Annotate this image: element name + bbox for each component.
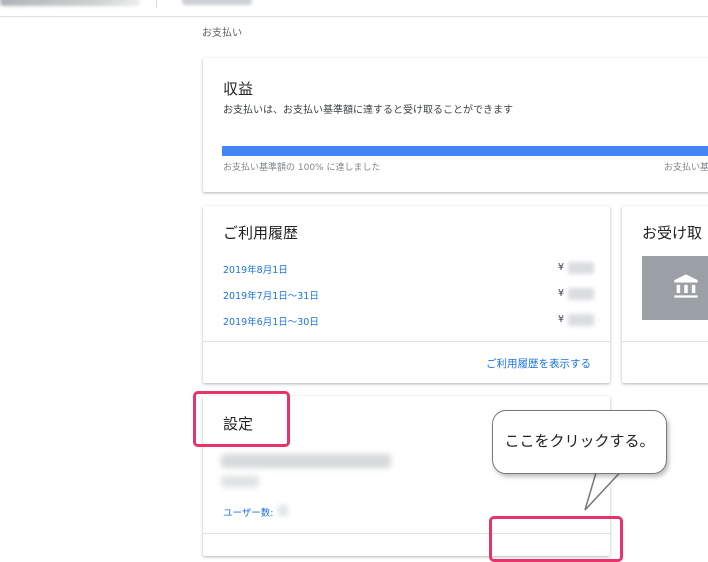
callout-text: ここをクリックする。: [504, 432, 655, 450]
earnings-card: 収益 お支払いは、お支払い基準額に達すると受け取ることができます お支払い基準額…: [203, 58, 708, 192]
settings-title-highlight: [193, 391, 290, 447]
currency-symbol: ¥: [558, 314, 565, 325]
bank-tile: [642, 256, 708, 320]
view-history-link[interactable]: ご利用履歴を表示する: [486, 356, 591, 371]
currency-symbol: ¥: [558, 288, 565, 299]
topbar-nav-blurred[interactable]: [182, 0, 252, 5]
breadcrumb: お支払い: [202, 28, 242, 39]
earnings-title: 収益: [223, 80, 254, 98]
amount-redacted: [568, 262, 594, 274]
progress-label: お支払い基準額の 100% に達しました: [223, 163, 381, 173]
top-app-bar: [0, 0, 708, 17]
account-email-redacted: [221, 454, 391, 468]
card-divider: [203, 341, 610, 342]
history-title: ご利用履歴: [223, 224, 299, 242]
user-count-link[interactable]: ユーザー数:: [223, 505, 274, 519]
threshold-label: お支払い基: [664, 163, 708, 173]
currency-symbol: ¥: [558, 262, 565, 273]
history-row: 2019年6月1日～30日 ¥: [223, 314, 595, 328]
account-id-redacted: [221, 476, 259, 487]
settings-link-highlight: [489, 516, 623, 562]
history-row: 2019年8月1日 ¥: [223, 262, 595, 276]
payment-method-card: お受け取: [622, 206, 708, 383]
history-date-link[interactable]: 2019年6月1日～30日: [223, 314, 319, 328]
history-card: ご利用履歴 2019年8月1日 ¥ 2019年7月1日～31日 ¥ 2019年6…: [203, 206, 610, 383]
callout-bubble: ここをクリックする。: [492, 410, 667, 474]
user-count-redacted: [278, 505, 288, 516]
app-logo-blurred[interactable]: [0, 0, 140, 6]
amount-redacted: [568, 314, 594, 326]
progress-fill: [222, 146, 708, 156]
history-date-link[interactable]: 2019年8月1日: [223, 262, 288, 276]
card-divider: [622, 341, 708, 342]
history-date-link[interactable]: 2019年7月1日～31日: [223, 288, 319, 302]
bank-icon: [674, 274, 698, 298]
earnings-subtitle: お支払いは、お支払い基準額に達すると受け取ることができます: [223, 105, 513, 116]
history-row: 2019年7月1日～31日 ¥: [223, 288, 595, 302]
topbar-separator: [156, 0, 157, 8]
payment-method-title: お受け取: [642, 224, 703, 242]
payment-threshold-progress: [222, 146, 708, 156]
amount-redacted: [568, 288, 594, 300]
